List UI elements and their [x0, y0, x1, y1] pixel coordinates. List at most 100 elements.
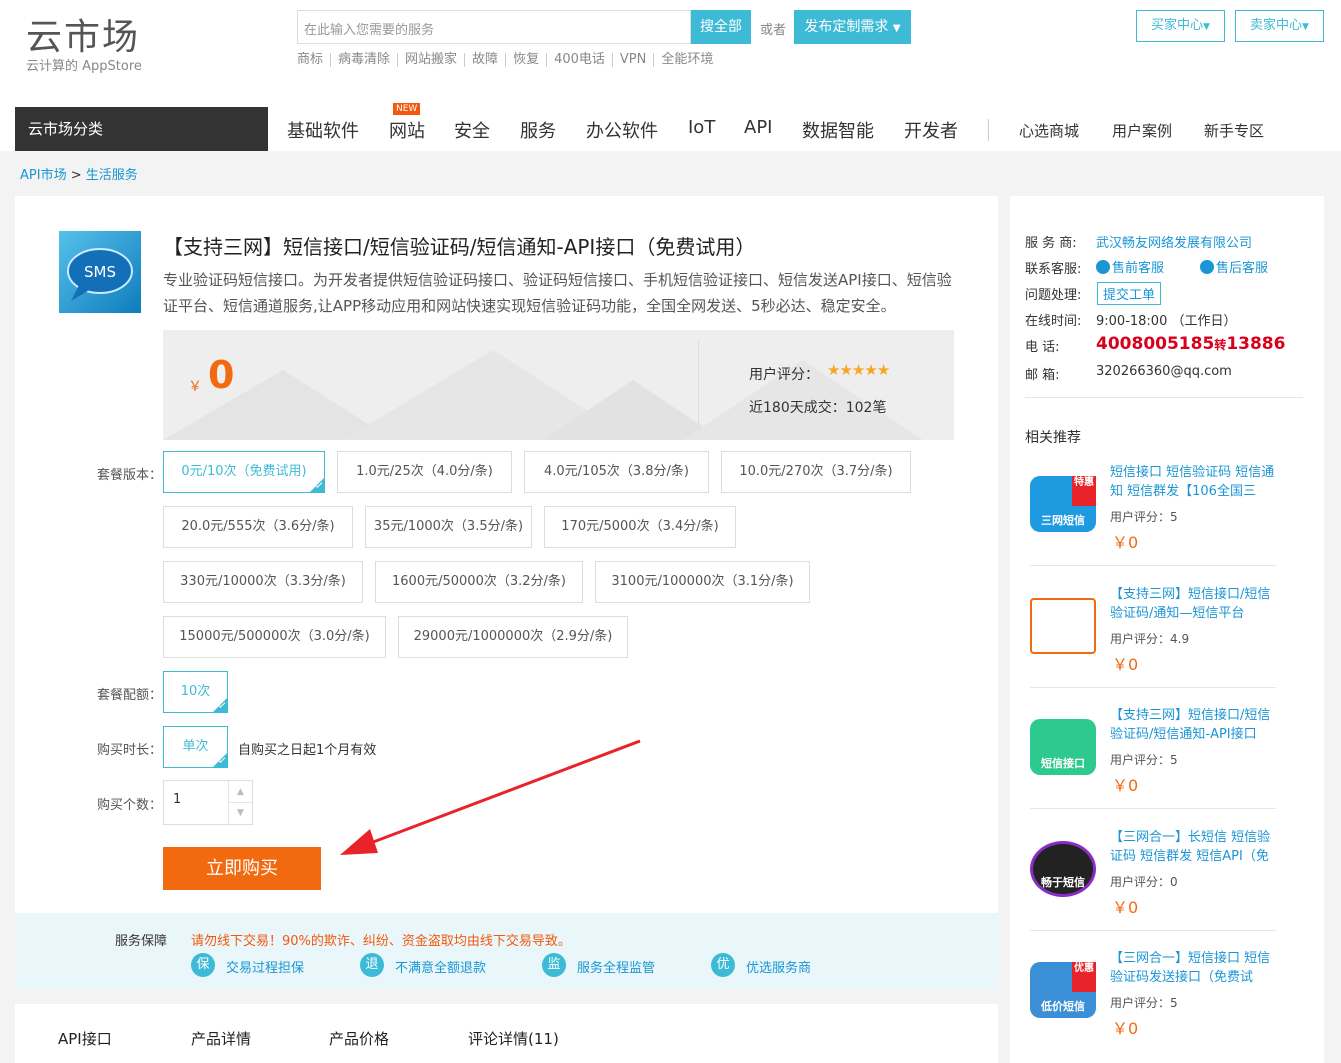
buyer-center-button[interactable]: 买家中心▼ [1136, 10, 1225, 42]
nav-item-developer[interactable]: 开发者 [904, 117, 958, 143]
package-option[interactable]: 10.0元/270次（3.7分/条) [721, 451, 911, 493]
hot-link[interactable]: 网站搬家 [397, 53, 464, 67]
package-option-label: 330元/10000次（3.3分/条) [180, 574, 346, 589]
config-option[interactable]: 10次 [163, 671, 228, 713]
related-divider [1030, 930, 1276, 931]
breadcrumb-life-service[interactable]: 生活服务 [86, 168, 138, 183]
hot-link[interactable]: 病毒清除 [330, 53, 397, 67]
package-option-label: 15000元/500000次（3.0分/条) [179, 629, 370, 644]
package-option[interactable]: 170元/5000次（3.4分/条) [544, 506, 736, 548]
related-item-price: ￥0 [1112, 533, 1139, 552]
service-guarantee [15, 913, 998, 989]
promo-badge: 优惠 [1072, 962, 1096, 992]
package-option[interactable]: 15000元/500000次（3.0分/条) [163, 616, 386, 658]
increment-icon[interactable]: ▲ [228, 781, 252, 803]
related-item-title[interactable]: 短信接口 短信验证码 短信通知 短信群发【106全国三 [1110, 463, 1275, 501]
breadcrumb-api-market[interactable]: API市场 [20, 168, 67, 183]
duration-option[interactable]: 单次 [163, 726, 228, 768]
nav-item-basic-software[interactable]: 基础软件 [287, 117, 359, 143]
tab-reviews[interactable]: 评论详情(11) [468, 1028, 559, 1049]
related-item-rating: 用户评分：4.9 [1110, 632, 1190, 646]
rating-label: 用户评分： [749, 367, 819, 383]
decrement-icon[interactable]: ▼ [228, 803, 252, 824]
nav-item-cases[interactable]: 用户案例 [1112, 120, 1172, 141]
hot-link[interactable]: 全能环境 [653, 53, 720, 67]
publish-demand-button[interactable]: 发布定制需求 ▼ [794, 10, 911, 44]
check-icon [213, 753, 227, 767]
nav-item-office[interactable]: 办公软件 [586, 117, 658, 143]
red-arrow-annotation [340, 739, 641, 855]
aftersale-link[interactable]: 售后客服 [1200, 257, 1268, 276]
related-thumbnail[interactable]: 短信接口 [1030, 719, 1096, 775]
phone-number: 4008005185转13886 [1096, 334, 1285, 354]
related-item-title[interactable]: 【三网合一】长短信 短信验证码 短信群发 短信API（免 [1110, 828, 1275, 866]
related-item-title[interactable]: 【支持三网】短信接口/短信验证码/通知—短信平台 [1110, 585, 1275, 623]
email-label: 邮 箱: [1025, 368, 1060, 383]
nav-item-selected-mall[interactable]: 心选商城 [1019, 120, 1079, 141]
guarantee-label: 服务保障 [115, 934, 168, 949]
related-item-title[interactable]: 【三网合一】短信接口 短信验证码发送接口（免费试 [1110, 949, 1275, 987]
nav-item-service[interactable]: 服务 [520, 117, 556, 143]
tab-product-detail[interactable]: 产品详情 [191, 1028, 251, 1049]
provider-link[interactable]: 武汉畅友网络发展有限公司 [1096, 232, 1252, 251]
related-item-rating: 用户评分：5 [1110, 996, 1178, 1010]
hot-link[interactable]: 商标 [297, 53, 330, 67]
presale-link[interactable]: 售前客服 [1096, 257, 1164, 276]
guarantee-text[interactable]: 不满意全额退款 [395, 957, 486, 976]
tab-api[interactable]: API接口 [58, 1028, 112, 1049]
buyer-center-label: 买家中心 [1151, 18, 1204, 33]
related-divider [1030, 808, 1276, 809]
email-value: 320266360@qq.com [1096, 364, 1232, 379]
hot-link[interactable]: VPN [611, 53, 653, 67]
nav-item-security[interactable]: 安全 [454, 117, 490, 143]
config-option-label: 10次 [180, 684, 211, 699]
search-all-button[interactable]: 搜全部 [691, 10, 751, 44]
package-option[interactable]: 3100元/100000次（3.1分/条) [595, 561, 810, 603]
contact-label: 联系客服: [1025, 262, 1082, 277]
package-option[interactable]: 29000元/1000000次（2.9分/条) [398, 616, 628, 658]
tab-price[interactable]: 产品价格 [329, 1028, 389, 1049]
hot-link[interactable]: 恢复 [505, 53, 546, 67]
sms-icon-text: SMS [84, 263, 116, 281]
package-option[interactable]: 35元/1000次（3.5分/条) [365, 506, 532, 548]
promo-badge: 特惠 [1072, 476, 1096, 506]
hot-links: 商标 病毒清除 网站搬家 故障 恢复 400电话 VPN 全能环境 [297, 53, 720, 67]
related-item-rating: 用户评分：5 [1110, 510, 1178, 524]
nav-item-data[interactable]: 数据智能 [802, 117, 874, 143]
guarantee-text[interactable]: 服务全程监管 [577, 957, 655, 976]
hot-link[interactable]: 400电话 [546, 53, 612, 67]
guarantee-text[interactable]: 交易过程担保 [226, 957, 304, 976]
package-option[interactable]: 20.0元/555次（3.6分/条) [163, 506, 353, 548]
seller-center-button[interactable]: 卖家中心▼ [1235, 10, 1324, 42]
nav-item-iot[interactable]: IoT [688, 117, 715, 138]
related-thumbnail[interactable]: 畅于短信 [1030, 841, 1096, 897]
related-title: 相关推荐 [1025, 430, 1081, 446]
quantity-stepper[interactable]: 1 ▲ ▼ [163, 780, 253, 825]
related-item-title[interactable]: 【支持三网】短信接口/短信验证码/短信通知-API接口 [1110, 706, 1275, 744]
thumbnail-caption: 短信接口 [1041, 757, 1085, 770]
category-menu[interactable]: 云市场分类 [15, 107, 268, 151]
buy-now-button[interactable]: 立即购买 [163, 847, 321, 890]
related-thumbnail[interactable]: 特惠 三网短信 [1030, 476, 1096, 532]
logo-title[interactable]: 云市场 [26, 8, 140, 60]
guarantee-icon: 保 [191, 953, 215, 977]
package-option[interactable]: 4.0元/105次（3.8分/条) [524, 451, 709, 493]
quantity-input[interactable]: 1 [173, 792, 181, 807]
seller-center-label: 卖家中心 [1250, 18, 1303, 33]
nav-item-website[interactable]: 网站 [389, 117, 425, 143]
check-icon [310, 478, 324, 492]
header: 云市场 云计算的 AppStore 在此输入您需要的服务 搜全部 或者 发布定制… [0, 0, 1341, 107]
guarantee-text[interactable]: 优选服务商 [746, 957, 811, 976]
nav-item-api[interactable]: API [744, 117, 772, 138]
related-thumbnail[interactable] [1030, 598, 1096, 654]
submit-ticket-button[interactable]: 提交工单 [1097, 282, 1162, 305]
hot-link[interactable]: 故障 [464, 53, 505, 67]
package-option[interactable]: 330元/10000次（3.3分/条) [163, 561, 363, 603]
nav-item-newbie[interactable]: 新手专区 [1204, 120, 1264, 141]
related-thumbnail[interactable]: 优惠 低价短信 [1030, 962, 1096, 1018]
package-option[interactable]: 1600元/50000次（3.2分/条) [375, 561, 583, 603]
mountain-background [163, 350, 923, 440]
package-option[interactable]: 1.0元/25次（4.0分/条) [337, 451, 512, 493]
search-input[interactable]: 在此输入您需要的服务 [297, 10, 691, 44]
package-option[interactable]: 0元/10次（免费试用) [163, 451, 325, 493]
